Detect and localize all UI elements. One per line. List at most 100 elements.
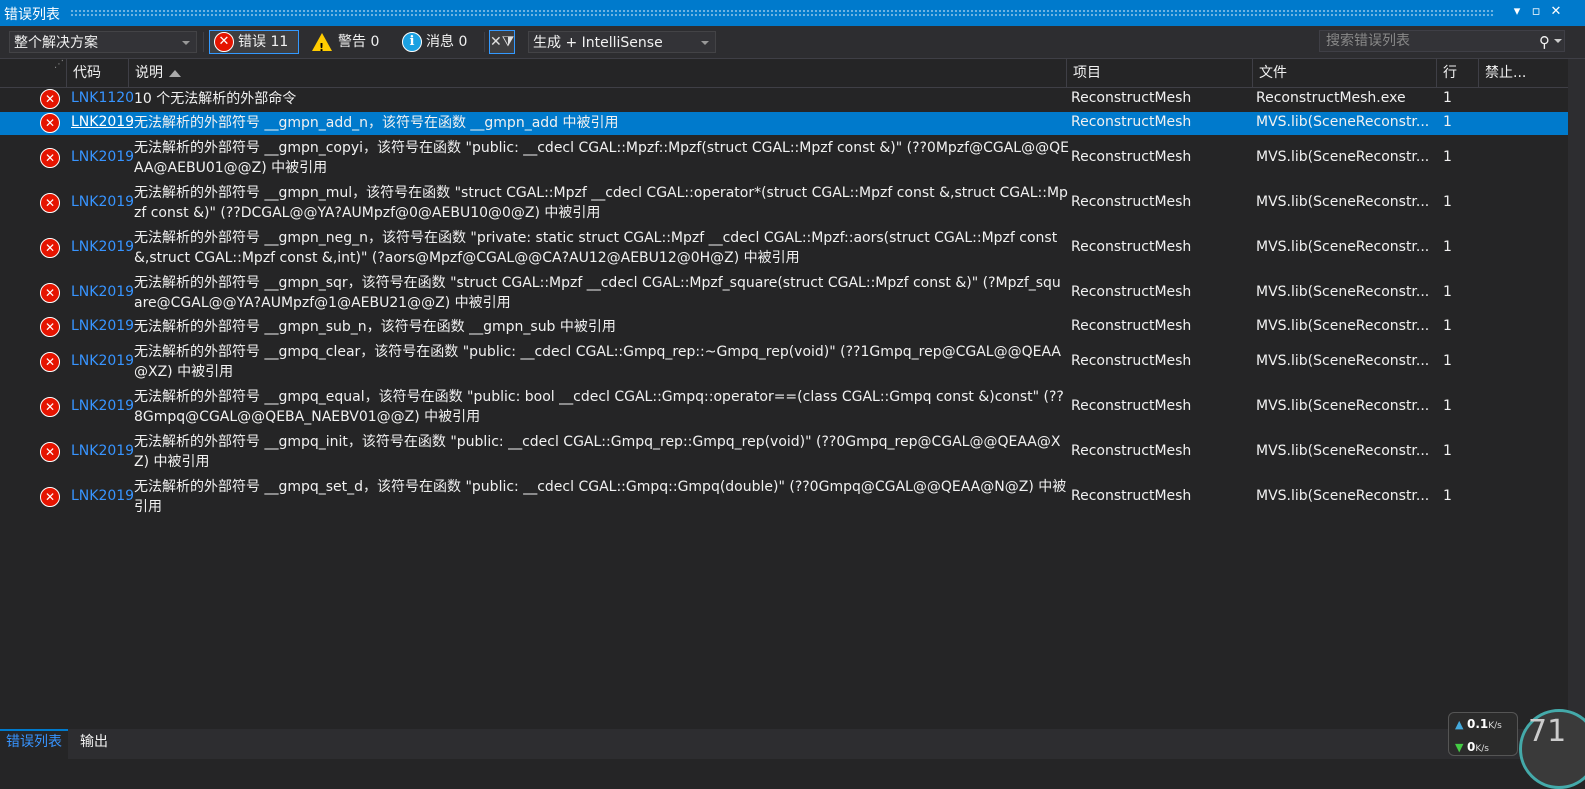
- error-line: 1: [1443, 149, 1452, 165]
- table-row-selected[interactable]: ✕ LNK2019 无法解析的外部符号 __gmpn_add_n，该符号在函数 …: [0, 112, 1568, 135]
- filter-icon: ✕⧩: [490, 34, 515, 50]
- error-code-link[interactable]: LNK2019: [71, 239, 133, 255]
- error-project: ReconstructMesh: [1071, 90, 1192, 106]
- chevron-down-icon: [701, 41, 709, 45]
- messages-filter-label: 消息 0: [426, 34, 468, 50]
- column-description-label: 说明: [135, 65, 163, 81]
- build-source-dropdown[interactable]: 生成 + IntelliSense: [528, 31, 716, 53]
- column-resize-grip-icon: ⋰: [54, 59, 64, 70]
- error-code-link[interactable]: LNK2019: [71, 353, 133, 369]
- tab-error-list[interactable]: 错误列表: [0, 729, 68, 759]
- error-icon: ✕: [40, 193, 60, 213]
- error-line: 1: [1443, 318, 1452, 334]
- error-code-link[interactable]: LNK2019: [71, 443, 133, 459]
- error-code-link[interactable]: LNK2019: [71, 398, 133, 414]
- table-row[interactable]: ✕ LNK2019 无法解析的外部符号 __gmpq_equal，该符号在函数 …: [0, 385, 1568, 429]
- table-row[interactable]: ✕ LNK2019 无法解析的外部符号 __gmpn_sub_n，该符号在函数 …: [0, 316, 1568, 340]
- error-line: 1: [1443, 488, 1452, 504]
- error-project: ReconstructMesh: [1071, 284, 1192, 300]
- network-speed-box: ▲ 0.1K/s ▼ 0K/s: [1448, 712, 1518, 756]
- warning-icon: !: [312, 33, 332, 54]
- error-project: ReconstructMesh: [1071, 239, 1192, 255]
- table-row[interactable]: ✕ LNK2019 无法解析的外部符号 __gmpn_sqr，该符号在函数 "s…: [0, 271, 1568, 315]
- error-description: 无法解析的外部符号 __gmpn_sub_n，该符号在函数 __gmpn_sub…: [134, 319, 616, 335]
- error-icon: ✕: [40, 148, 60, 168]
- error-icon: ✕: [40, 113, 60, 133]
- table-row[interactable]: ✕ LNK2019 无法解析的外部符号 __gmpn_copyi，该符号在函数 …: [0, 136, 1568, 180]
- error-icon: ✕: [40, 89, 60, 109]
- table-row[interactable]: ✕ LNK2019 无法解析的外部符号 __gmpn_mul，该符号在函数 "s…: [0, 181, 1568, 225]
- error-code-link[interactable]: LNK1120: [71, 90, 133, 106]
- error-description: 无法解析的外部符号 __gmpn_sqr，该符号在函数 "struct CGAL…: [134, 275, 1061, 311]
- error-line: 1: [1443, 239, 1452, 255]
- vertical-scrollbar[interactable]: [1568, 59, 1585, 729]
- error-code-link[interactable]: LNK2019: [71, 284, 133, 300]
- column-header-suppress[interactable]: 禁止...: [1478, 59, 1568, 87]
- search-input[interactable]: 搜索错误列表 ⚲: [1319, 30, 1565, 52]
- maximize-icon[interactable]: ▫: [1527, 3, 1545, 21]
- scope-dropdown-value: 整个解决方案: [14, 35, 98, 51]
- error-description: 无法解析的外部符号 __gmpn_neg_n，该符号在函数 "private: …: [134, 230, 1058, 266]
- errors-filter-label: 错误 11: [238, 34, 289, 50]
- info-icon: i: [402, 32, 422, 52]
- error-file: MVS.lib(SceneReconstr...: [1256, 239, 1430, 255]
- error-code-link[interactable]: LNK2019: [71, 488, 133, 504]
- error-icon: ✕: [40, 317, 60, 337]
- error-project: ReconstructMesh: [1071, 488, 1192, 504]
- download-unit: K/s: [1475, 744, 1489, 754]
- error-line: 1: [1443, 114, 1452, 130]
- error-project: ReconstructMesh: [1071, 194, 1192, 210]
- column-header-row: ⋰ 代码 说明 项目 文件 行 禁止...: [0, 59, 1585, 88]
- error-file: MVS.lib(SceneReconstr...: [1256, 443, 1430, 459]
- toolbar-separator: [484, 32, 485, 52]
- tab-error-list-label: 错误列表: [6, 734, 62, 750]
- tab-output[interactable]: 输出: [74, 731, 114, 761]
- column-header-icon[interactable]: ⋰: [34, 59, 66, 87]
- title-drag-area[interactable]: [70, 9, 1495, 17]
- column-header-file[interactable]: 文件: [1252, 59, 1436, 87]
- error-code-link[interactable]: LNK2019: [71, 194, 133, 210]
- column-line-label: 行: [1443, 65, 1457, 81]
- error-file: MVS.lib(SceneReconstr...: [1256, 114, 1430, 130]
- table-row[interactable]: ✕ LNK2019 无法解析的外部符号 __gmpn_neg_n，该符号在函数 …: [0, 226, 1568, 270]
- column-project-label: 项目: [1073, 65, 1101, 81]
- column-header-line[interactable]: 行: [1436, 59, 1478, 87]
- error-description: 无法解析的外部符号 __gmpn_mul，该符号在函数 "struct CGAL…: [134, 185, 1068, 221]
- error-description: 无法解析的外部符号 __gmpn_copyi，该符号在函数 "public: _…: [134, 140, 1069, 176]
- search-icon[interactable]: ⚲: [1539, 32, 1550, 52]
- window-position-dropdown-icon[interactable]: ▾: [1508, 3, 1526, 21]
- table-row[interactable]: ✕ LNK2019 无法解析的外部符号 __gmpq_set_d，该符号在函数 …: [0, 475, 1568, 519]
- error-icon: ✕: [40, 442, 60, 462]
- table-row[interactable]: ✕ LNK2019 无法解析的外部符号 __gmpq_init，该符号在函数 "…: [0, 430, 1568, 474]
- search-options-chevron-icon[interactable]: [1554, 39, 1562, 43]
- close-icon[interactable]: ✕: [1547, 3, 1565, 21]
- error-code-link[interactable]: LNK2019: [71, 318, 133, 334]
- error-description: 无法解析的外部符号 __gmpq_set_d，该符号在函数 "public: _…: [134, 479, 1067, 515]
- upload-unit: K/s: [1488, 721, 1502, 731]
- error-code-link[interactable]: LNK2019: [71, 149, 133, 165]
- warnings-filter-button[interactable]: ! 警告 0: [308, 30, 390, 54]
- column-header-project[interactable]: 项目: [1066, 59, 1252, 87]
- column-suppress-label: 禁止...: [1485, 65, 1527, 81]
- chevron-down-icon: [182, 41, 190, 45]
- error-description: 10 个无法解析的外部命令: [134, 91, 297, 107]
- messages-filter-button[interactable]: i 消息 0: [398, 30, 480, 54]
- title-bar: 错误列表 ▾ ▫ ✕: [0, 0, 1585, 26]
- errors-filter-button[interactable]: ✕ 错误 11: [209, 30, 299, 54]
- window-title: 错误列表: [4, 7, 60, 23]
- table-row[interactable]: ✕ LNK2019 无法解析的外部符号 __gmpq_clear，该符号在函数 …: [0, 340, 1568, 384]
- error-line: 1: [1443, 284, 1452, 300]
- sort-ascending-icon: [169, 69, 181, 77]
- error-file: MVS.lib(SceneReconstr...: [1256, 318, 1430, 334]
- error-description: 无法解析的外部符号 __gmpn_add_n，该符号在函数 __gmpn_add…: [134, 115, 619, 131]
- network-speed-widget[interactable]: ▲ 0.1K/s ▼ 0K/s 71: [1445, 709, 1585, 789]
- column-header-description[interactable]: 说明: [128, 59, 1066, 87]
- column-header-code[interactable]: 代码: [66, 59, 128, 87]
- error-project: ReconstructMesh: [1071, 114, 1192, 130]
- download-arrow-icon: ▼: [1455, 741, 1464, 754]
- usage-gauge-value: 71: [1528, 714, 1567, 749]
- scope-dropdown[interactable]: 整个解决方案: [9, 31, 197, 53]
- table-row[interactable]: ✕ LNK1120 10 个无法解析的外部命令 ReconstructMesh …: [0, 88, 1568, 112]
- filter-toggle-button[interactable]: ✕⧩: [489, 30, 515, 54]
- error-code-link[interactable]: LNK2019: [71, 114, 133, 130]
